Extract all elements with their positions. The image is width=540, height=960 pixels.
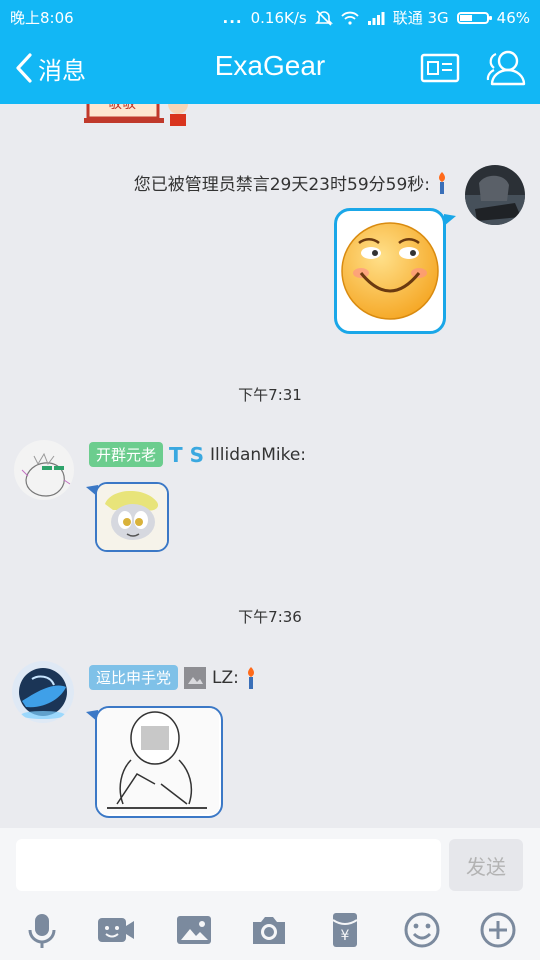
battery-icon: [456, 11, 492, 24]
user2-avatar[interactable]: [12, 661, 74, 723]
user1-sticker-bubble[interactable]: [95, 482, 169, 552]
signal-icon: [367, 11, 385, 25]
group-members-icon[interactable]: [484, 46, 528, 90]
torch-icon: [439, 171, 445, 194]
emoji-icon[interactable]: [402, 910, 442, 950]
rage-face-sticker: [97, 708, 219, 814]
nav-bar: 消息 ExaGear: [0, 32, 540, 104]
self-avatar[interactable]: [465, 165, 525, 225]
microphone-icon[interactable]: [22, 910, 62, 950]
user1-avatar-image: [14, 440, 74, 500]
user2-avatar-image: [12, 661, 74, 723]
carrier: 联通 3G: [392, 9, 449, 27]
svg-text:敬敬: 敬敬: [108, 104, 136, 112]
user1-sender-line: 开群元老 T S IllidanMike:: [89, 442, 306, 467]
torch-icon: [247, 666, 254, 689]
ts-letters-icon: T S: [169, 442, 205, 467]
user1-name: IllidanMike:: [210, 444, 307, 465]
user1-badge: 开群元老: [89, 442, 164, 467]
status-dots: ...: [222, 8, 243, 27]
mute-icon: [314, 9, 333, 26]
user1-avatar[interactable]: [14, 440, 74, 500]
input-bar: 发送: [0, 828, 540, 898]
status-right: ... 0.16K/s 联通 3G 46%: [223, 7, 531, 28]
pony-sticker: [97, 484, 167, 550]
image-icon[interactable]: [174, 910, 214, 950]
wifi-icon: [341, 11, 359, 25]
self-sticker-bubble[interactable]: [334, 208, 446, 334]
user2-name: LZ:: [212, 667, 239, 688]
video-icon[interactable]: [96, 910, 136, 950]
svg-text:¥: ¥: [341, 928, 350, 944]
bubble-tail-out: [444, 214, 456, 226]
profile-card-icon[interactable]: [420, 52, 460, 84]
sticker-partial[interactable]: 敬敬: [84, 104, 192, 132]
battery-percent: 46%: [496, 8, 530, 27]
self-notice-line: 您已被管理员禁言29天23时59分59秒:: [134, 170, 448, 195]
user2-sender-line: 逗比申手党 LZ:: [89, 665, 257, 690]
battery-fill: [459, 14, 472, 21]
status-time: 晚上8:06: [10, 9, 74, 27]
level-image-icon: [184, 666, 207, 689]
grin-emoji-sticker: [341, 222, 439, 320]
message-input[interactable]: [16, 839, 441, 891]
user2-sticker-bubble[interactable]: [95, 706, 223, 818]
chat-area[interactable]: 敬敬 您已被管理员禁言29天23时59分59秒: 下午7:31 开群元老 T S…: [0, 104, 540, 828]
red-packet-icon[interactable]: ¥: [325, 910, 365, 950]
toolbar: ¥: [0, 898, 540, 960]
user2-badge: 逗比申手党: [89, 665, 179, 690]
status-bar: 晚上8:06 ... 0.16K/s 联通 3G 46%: [0, 0, 540, 32]
plus-icon[interactable]: [478, 910, 518, 950]
send-button[interactable]: 发送: [449, 839, 523, 891]
timestamp-1: 下午7:31: [238, 386, 302, 404]
network-speed: 0.16K/s: [250, 8, 307, 27]
mute-notice-text: 您已被管理员禁言29天23时59分59秒:: [133, 175, 430, 195]
timestamp-2: 下午7:36: [238, 608, 302, 626]
camera-icon[interactable]: [249, 910, 289, 950]
self-avatar-image: [465, 165, 525, 225]
